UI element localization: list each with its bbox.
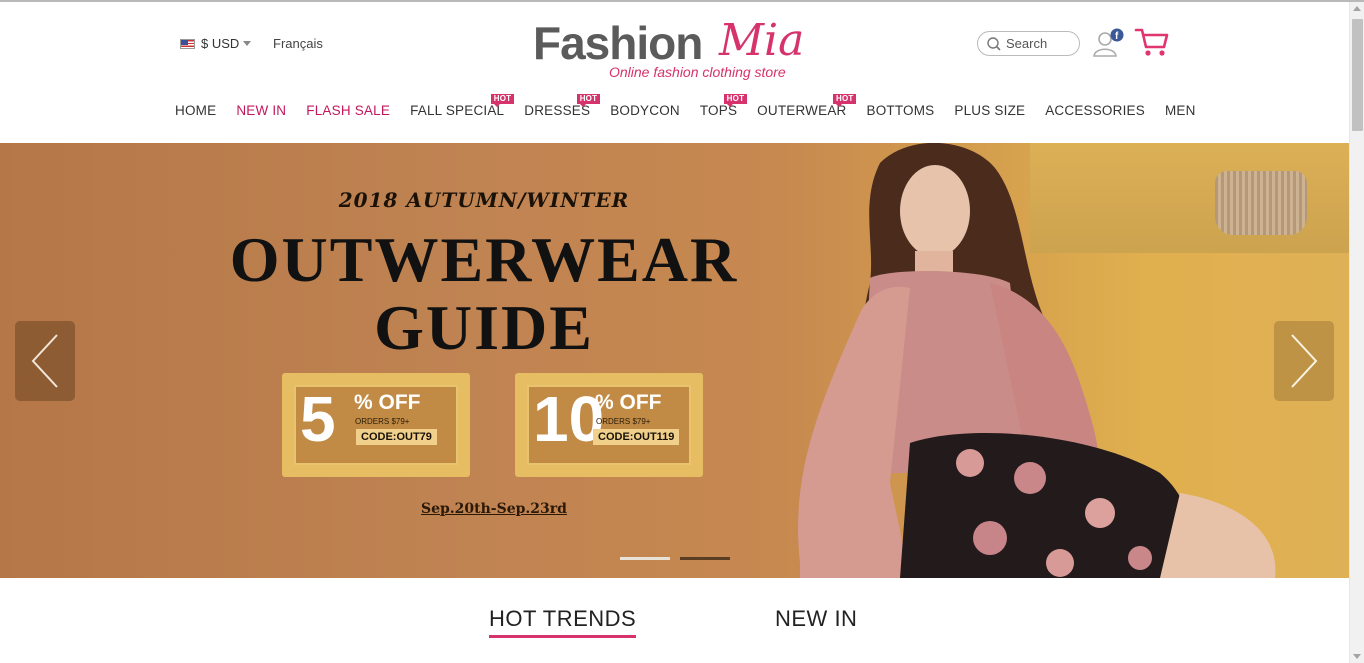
search-box[interactable]: Search <box>977 31 1080 56</box>
nav-new-in[interactable]: NEW IN <box>226 103 296 118</box>
nav-label: BOTTOMS <box>866 102 935 118</box>
nav-label: OUTERWEAR <box>757 102 847 118</box>
tab-hot-trends[interactable]: HOT TRENDS <box>489 606 637 638</box>
coupon-code: CODE:OUT79 <box>356 429 437 445</box>
chevron-right-icon <box>1291 334 1318 388</box>
logo-text-main: Fashion <box>533 17 703 69</box>
hot-badge: HOT <box>832 93 857 107</box>
nav-accessories[interactable]: ACCESSORIES <box>1035 103 1155 118</box>
nav-bottoms[interactable]: BOTTOMS <box>856 103 944 118</box>
main-nav: HOME NEW IN FLASH SALE FALL SPECIAL HOT D… <box>165 93 1206 121</box>
scroll-thumb[interactable] <box>1352 19 1363 131</box>
hero-banner[interactable]: 2018 AUTUMN/WINTER OUTWERWEAR GUIDE 5 % … <box>0 143 1349 578</box>
nav-label: NEW IN <box>236 102 287 118</box>
nav-label: PLUS SIZE <box>954 102 1026 118</box>
page-scrollbar[interactable] <box>1349 2 1364 663</box>
nav-outerwear[interactable]: OUTERWEAR HOT <box>747 93 857 118</box>
user-facebook-icon: f <box>1093 28 1124 57</box>
coupon-amount: 5 <box>300 383 336 455</box>
nav-flash-sale[interactable]: FLASH SALE <box>296 103 400 118</box>
nav-men[interactable]: MEN <box>1155 103 1206 118</box>
site-logo[interactable]: Fashion Mia Online fashion clothing stor… <box>533 15 805 82</box>
nav-label: FLASH SALE <box>306 102 391 118</box>
account-button[interactable]: f <box>1092 28 1126 58</box>
coupon-card[interactable]: 5 % OFF ORDERS $79+ CODE:OUT79 <box>282 373 470 477</box>
hot-badge: HOT <box>576 93 601 107</box>
nav-plus-size[interactable]: PLUS SIZE <box>944 103 1035 118</box>
search-placeholder: Search <box>1006 36 1048 51</box>
shopping-cart-icon <box>1134 28 1169 56</box>
nav-bodycon[interactable]: BODYCON <box>600 103 690 118</box>
banner-title-line2: GUIDE <box>374 292 594 363</box>
coupon-off-label: % OFF <box>595 391 662 414</box>
nav-label: HOME <box>175 102 217 118</box>
currency-label: $ USD <box>201 36 240 51</box>
language-link[interactable]: Français <box>273 36 323 51</box>
carousel-dot-active[interactable] <box>620 557 670 560</box>
carousel-indicators <box>620 557 730 560</box>
chevron-down-icon <box>243 41 252 46</box>
coupon-code: CODE:OUT119 <box>593 429 680 445</box>
scroll-up-arrow-icon[interactable] <box>1353 6 1361 11</box>
tab-new-in[interactable]: NEW IN <box>775 606 857 632</box>
banner-title-line1: OUTWERWEAR <box>229 224 739 295</box>
nav-label: ACCESSORIES <box>1045 102 1145 118</box>
coupon-orders-label: ORDERS $79+ <box>596 417 651 426</box>
banner-subtitle: 2018 AUTUMN/WINTER <box>338 188 630 212</box>
nav-label: MEN <box>1164 102 1196 118</box>
cart-button[interactable] <box>1134 26 1170 58</box>
window-top-border <box>0 0 1364 2</box>
nav-label: BODYCON <box>610 102 680 118</box>
us-flag-icon <box>180 38 195 49</box>
carousel-next-button[interactable] <box>1274 321 1334 401</box>
carousel-dot[interactable] <box>680 557 730 560</box>
coupon-card[interactable]: 10 % OFF ORDERS $79+ CODE:OUT119 <box>515 373 703 477</box>
hot-badge: HOT <box>723 93 748 107</box>
nav-home[interactable]: HOME <box>165 103 226 118</box>
logo-tagline: Online fashion clothing store <box>609 64 786 80</box>
chevron-left-icon <box>31 334 58 388</box>
nav-dresses[interactable]: DRESSES HOT <box>514 93 601 118</box>
search-icon <box>987 36 1001 51</box>
coupon-off-label: % OFF <box>354 391 421 414</box>
banner-dates: Sep.20th-Sep.23rd <box>421 501 567 517</box>
coupon-orders-label: ORDERS $79+ <box>355 417 410 426</box>
carousel-prev-button[interactable] <box>15 321 75 401</box>
nav-label: FALL SPECIAL <box>410 102 505 118</box>
currency-selector[interactable]: $ USD <box>180 36 252 51</box>
nav-tops[interactable]: TOPS HOT <box>690 93 748 118</box>
nav-fall-special[interactable]: FALL SPECIAL HOT <box>400 93 515 118</box>
hot-badge: HOT <box>490 93 515 107</box>
logo-text-accent: Mia <box>719 15 805 66</box>
scroll-down-arrow-icon[interactable] <box>1353 654 1361 659</box>
